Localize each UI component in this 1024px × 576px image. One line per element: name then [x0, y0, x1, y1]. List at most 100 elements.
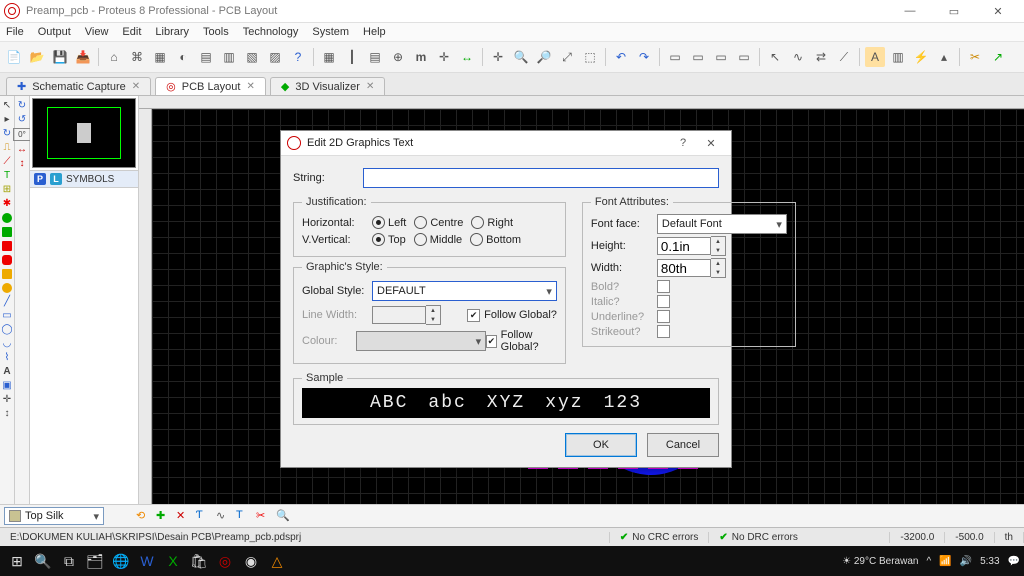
- metric-icon[interactable]: m: [411, 47, 431, 67]
- bold-checkbox[interactable]: [657, 280, 670, 293]
- drc-toggle-icon[interactable]: ✕: [176, 509, 190, 523]
- tab-close-icon[interactable]: ✕: [246, 81, 254, 92]
- volume-icon[interactable]: 🔊: [960, 556, 972, 567]
- word-icon[interactable]: W: [134, 547, 160, 575]
- flip-icon[interactable]: ⟲: [136, 509, 150, 523]
- auto-name-icon[interactable]: Ƭ: [196, 509, 210, 523]
- open-icon[interactable]: 📂: [27, 47, 47, 67]
- marker-tool-icon[interactable]: ✛: [2, 394, 13, 405]
- width-input[interactable]: ▲▼: [657, 258, 726, 278]
- search-icon[interactable]: 🔍: [30, 547, 56, 575]
- font-face-select[interactable]: Default Font ▾: [657, 214, 787, 234]
- pad-stack-tool-icon[interactable]: [2, 282, 13, 293]
- block-rotate-icon[interactable]: ▭: [711, 47, 731, 67]
- menu-output[interactable]: Output: [38, 26, 71, 38]
- libraries-icon[interactable]: L: [50, 173, 62, 185]
- follow-global-colour-checkbox[interactable]: ✔: [486, 335, 497, 348]
- block-delete-icon[interactable]: ▭: [734, 47, 754, 67]
- layer-combo[interactable]: Top Silk ▾: [4, 507, 104, 525]
- menu-help[interactable]: Help: [363, 26, 386, 38]
- dimension-tool-icon[interactable]: ↕: [2, 408, 13, 419]
- pick-icon[interactable]: ↖: [765, 47, 785, 67]
- menu-view[interactable]: View: [85, 26, 109, 38]
- menu-file[interactable]: File: [6, 26, 24, 38]
- layers-icon[interactable]: ▤: [365, 47, 385, 67]
- angle-input[interactable]: 0°: [13, 128, 31, 141]
- proteus-taskbar-icon[interactable]: ◎: [212, 547, 238, 575]
- filter-icon[interactable]: ▴: [934, 47, 954, 67]
- trace-cleanup-icon[interactable]: T: [236, 509, 250, 523]
- line-2d-tool-icon[interactable]: ╱: [2, 296, 13, 307]
- grid-icon[interactable]: ▦: [319, 47, 339, 67]
- ruler-icon[interactable]: ┃: [342, 47, 362, 67]
- pad-smt-tool-icon[interactable]: [2, 254, 13, 265]
- component-tool-icon[interactable]: ▸: [2, 114, 13, 125]
- explorer-icon[interactable]: 🗂: [82, 547, 108, 575]
- symbols-list[interactable]: [30, 188, 138, 504]
- trace-angle-icon[interactable]: ∿: [216, 509, 230, 523]
- redo-icon[interactable]: ↷: [634, 47, 654, 67]
- ratsnest-tool-icon[interactable]: ✱: [2, 198, 13, 209]
- excel-icon[interactable]: X: [160, 547, 186, 575]
- exit-icon[interactable]: ↗: [988, 47, 1008, 67]
- menu-technology[interactable]: Technology: [243, 26, 299, 38]
- undo-icon[interactable]: ↶: [611, 47, 631, 67]
- radio-v-bottom[interactable]: Bottom: [470, 233, 521, 246]
- clock[interactable]: 5:33: [980, 556, 999, 567]
- pad-dsquare-tool-icon[interactable]: [2, 240, 13, 251]
- symbol-2d-tool-icon[interactable]: ▣: [2, 380, 13, 391]
- snap-icon[interactable]: ✛: [434, 47, 454, 67]
- zone-tool-icon[interactable]: ⊞: [2, 184, 13, 195]
- tray-chevron-up-icon[interactable]: ^: [926, 556, 931, 567]
- menu-tools[interactable]: Tools: [203, 26, 229, 38]
- save-icon[interactable]: 💾: [50, 47, 70, 67]
- ok-button[interactable]: OK: [565, 433, 637, 457]
- preview-window[interactable]: [32, 98, 136, 168]
- notifications-icon[interactable]: 💬: [1008, 556, 1020, 567]
- help-icon[interactable]: ?: [288, 47, 308, 67]
- task-view-icon[interactable]: ⧉: [56, 547, 82, 575]
- height-input[interactable]: ▲▼: [657, 236, 726, 256]
- import-icon[interactable]: 📥: [73, 47, 93, 67]
- follow-global-linewidth-checkbox[interactable]: ✔: [467, 309, 480, 322]
- via-tool-icon[interactable]: T: [2, 170, 13, 181]
- dialog-close-button[interactable]: ✕: [697, 137, 725, 150]
- window-close-button[interactable]: ✕: [976, 0, 1020, 22]
- toggle-b-icon[interactable]: ▥: [888, 47, 908, 67]
- arc-2d-tool-icon[interactable]: ◡: [2, 338, 13, 349]
- bom-icon[interactable]: ▧: [242, 47, 262, 67]
- radio-v-middle[interactable]: Middle: [414, 233, 462, 246]
- search-parts-icon[interactable]: 🔍: [276, 509, 290, 523]
- vlc-icon[interactable]: △: [264, 547, 290, 575]
- menu-system[interactable]: System: [312, 26, 349, 38]
- remove-track-icon[interactable]: ✂: [256, 509, 270, 523]
- select-tool-icon[interactable]: ↖: [2, 100, 13, 111]
- pad-poly-tool-icon[interactable]: [2, 268, 13, 279]
- rotate-tool-icon[interactable]: ↻: [2, 128, 13, 139]
- underline-checkbox[interactable]: [657, 310, 670, 323]
- tab-close-icon[interactable]: ✕: [132, 81, 140, 92]
- maximize-button[interactable]: ▭: [932, 0, 976, 22]
- home-icon[interactable]: ⌂: [104, 47, 124, 67]
- dialog-help-button[interactable]: ?: [669, 137, 697, 149]
- block-move-icon[interactable]: ▭: [688, 47, 708, 67]
- text-2d-tool-icon[interactable]: A: [2, 366, 13, 377]
- chrome-icon[interactable]: ◉: [238, 547, 264, 575]
- tab-pcb[interactable]: ◎ PCB Layout ✕: [155, 77, 266, 95]
- gerber-icon[interactable]: ▤: [196, 47, 216, 67]
- string-input[interactable]: [363, 168, 719, 188]
- store-icon[interactable]: 🛍: [186, 547, 212, 575]
- start-button[interactable]: ⊞: [4, 547, 30, 575]
- track-icon[interactable]: ⟋: [834, 47, 854, 67]
- rect-2d-tool-icon[interactable]: ▭: [2, 310, 13, 321]
- threed-icon[interactable]: ◐: [173, 47, 193, 67]
- toggle-a-icon[interactable]: A: [865, 47, 885, 67]
- tab-close-icon[interactable]: ✕: [366, 81, 374, 92]
- pan-icon[interactable]: ↔: [457, 47, 477, 67]
- rotate-ccw-icon[interactable]: ↺: [17, 114, 28, 125]
- menu-edit[interactable]: Edit: [122, 26, 141, 38]
- global-style-select[interactable]: DEFAULT ▾: [372, 281, 557, 301]
- mirror-v-icon[interactable]: ↕: [17, 158, 28, 169]
- pad-square-tool-icon[interactable]: [2, 226, 13, 237]
- origin-icon[interactable]: ⊕: [388, 47, 408, 67]
